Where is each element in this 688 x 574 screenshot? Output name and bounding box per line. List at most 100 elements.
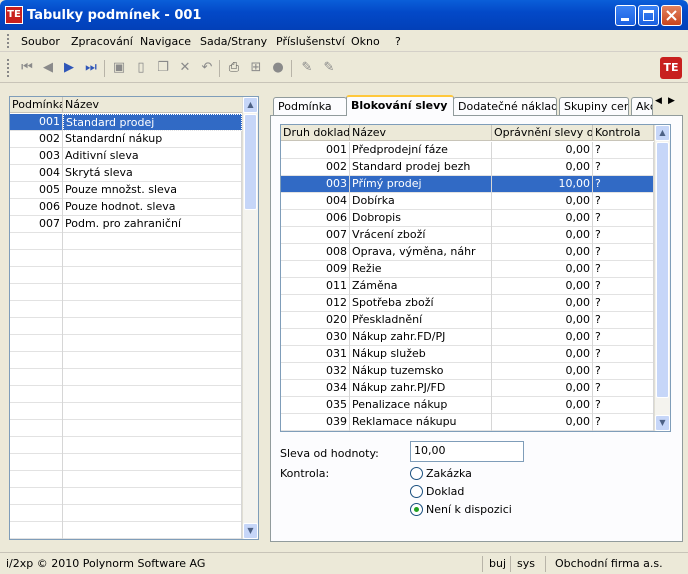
- table-row[interactable]: 001 Standard prodej: [10, 114, 242, 131]
- table-row[interactable]: [10, 284, 242, 301]
- scroll-thumb[interactable]: [244, 114, 257, 210]
- table-row[interactable]: 003 Aditivní sleva: [10, 148, 242, 165]
- table-row[interactable]: 005 Pouze množst. sleva: [10, 182, 242, 199]
- radio-doklad[interactable]: [410, 485, 423, 498]
- table-row[interactable]: [10, 522, 242, 539]
- radio-neni-k-dispozici[interactable]: [410, 503, 423, 516]
- table-row[interactable]: 012 Spotřeba zboží 0,00?: [281, 295, 654, 312]
- table-row[interactable]: 032 Nákup tuzemsko 0,00?: [281, 363, 654, 380]
- scroll-up-icon[interactable]: ▲: [655, 125, 670, 141]
- scroll-down-icon[interactable]: ▼: [655, 415, 670, 431]
- column-header-nazev[interactable]: Název: [63, 97, 243, 113]
- vertical-scrollbar[interactable]: ▲ ▼: [654, 125, 670, 431]
- table-row[interactable]: [10, 335, 242, 352]
- table-row[interactable]: 008 Oprava, výměna, náhr 0,00?: [281, 244, 654, 261]
- copy-icon[interactable]: ❐: [155, 60, 171, 76]
- last-icon[interactable]: ⏭: [83, 60, 99, 76]
- table-row[interactable]: [10, 233, 242, 250]
- column-header-opravneni[interactable]: Oprávnění slevy od: [492, 125, 593, 141]
- help-icon[interactable]: ●: [270, 60, 286, 76]
- discount-value: 0,00: [492, 193, 593, 210]
- document-types-table[interactable]: Druh dokladu Název Oprávnění slevy od Ko…: [280, 124, 671, 432]
- menu-prislusenstvi[interactable]: Příslušenství: [276, 35, 345, 48]
- undo-icon[interactable]: ↶: [199, 60, 215, 76]
- column-header-druh-dokladu[interactable]: Druh dokladu: [281, 125, 350, 141]
- tab-blokovani-slevy[interactable]: Blokování slevy: [346, 95, 454, 116]
- table-row[interactable]: 003 Přímý prodej 10,00?: [281, 176, 654, 193]
- print-icon[interactable]: ⎙: [226, 60, 242, 76]
- radio-zakazka-label[interactable]: Zakázka: [426, 467, 472, 480]
- scroll-thumb[interactable]: [656, 142, 669, 398]
- table-row[interactable]: [10, 250, 242, 267]
- table-row[interactable]: [10, 352, 242, 369]
- next-icon[interactable]: ▶: [61, 60, 77, 76]
- radio-doklad-label[interactable]: Doklad: [426, 485, 464, 498]
- tab-scroll-right-icon[interactable]: ▶: [668, 96, 675, 106]
- first-icon[interactable]: ⏮: [19, 60, 35, 76]
- table-row[interactable]: [10, 437, 242, 454]
- table-row[interactable]: 009 Režie 0,00?: [281, 261, 654, 278]
- column-header-podminka[interactable]: Podmínka: [10, 97, 63, 113]
- column-header-kontrola[interactable]: Kontrola: [593, 125, 654, 141]
- table-row[interactable]: 001 Předprodejní fáze 0,00?: [281, 142, 654, 159]
- edit-icon[interactable]: ✎: [299, 60, 315, 76]
- table-row[interactable]: 004 Dobírka 0,00?: [281, 193, 654, 210]
- menu-help[interactable]: ?: [395, 35, 401, 48]
- table-row[interactable]: 035 Penalizace nákup 0,00?: [281, 397, 654, 414]
- table-row[interactable]: [10, 488, 242, 505]
- vertical-scrollbar[interactable]: ▲ ▼: [242, 97, 258, 539]
- table-row[interactable]: [10, 454, 242, 471]
- table-row[interactable]: [10, 471, 242, 488]
- table-row[interactable]: [10, 318, 242, 335]
- tab-scroll-left-icon[interactable]: ◀: [655, 96, 662, 106]
- table-row[interactable]: 006 Pouze hodnot. sleva: [10, 199, 242, 216]
- table-row[interactable]: 004 Skrytá sleva: [10, 165, 242, 182]
- new-icon[interactable]: ▯: [133, 60, 149, 76]
- document-name: Reklamace nákupu: [350, 414, 492, 431]
- conditions-table[interactable]: Podmínka Název 001 Standard prodej 002 Stan…: [9, 96, 259, 540]
- prev-icon[interactable]: ◀: [40, 60, 56, 76]
- discount-input[interactable]: 10,00: [410, 441, 524, 462]
- minimize-button[interactable]: [615, 5, 636, 26]
- table-row[interactable]: 039 Reklamace nákupu 0,00?: [281, 414, 654, 431]
- table-row[interactable]: 031 Nákup služeb 0,00?: [281, 346, 654, 363]
- table-row[interactable]: [10, 267, 242, 284]
- table-row[interactable]: 007 Podm. pro zahraniční: [10, 216, 242, 233]
- table-row[interactable]: 030 Nákup zahr.FD/PJ 0,00?: [281, 329, 654, 346]
- tab-skupiny-cen[interactable]: Skupiny cen: [559, 97, 629, 116]
- tab-podminka[interactable]: Podmínka: [273, 97, 347, 116]
- table-row[interactable]: [10, 505, 242, 522]
- save-icon[interactable]: ▣: [111, 60, 127, 76]
- table-row[interactable]: [10, 369, 242, 386]
- table-row[interactable]: 020 Přeskladnění 0,00?: [281, 312, 654, 329]
- table-row[interactable]: 007 Vrácení zboží 0,00?: [281, 227, 654, 244]
- tab-akce[interactable]: Akc: [631, 97, 653, 116]
- table-row[interactable]: [10, 386, 242, 403]
- menu-zpracovani[interactable]: Zpracování: [71, 35, 133, 48]
- table-row[interactable]: 011 Záměna 0,00?: [281, 278, 654, 295]
- column-header-nazev[interactable]: Název: [350, 125, 492, 141]
- close-button[interactable]: [661, 5, 682, 26]
- scroll-up-icon[interactable]: ▲: [243, 97, 258, 113]
- tab-dodatecne-naklady[interactable]: Dodatečné náklady: [453, 97, 557, 116]
- table-row[interactable]: 002 Standardní nákup: [10, 131, 242, 148]
- tree-icon[interactable]: ⊞: [248, 60, 264, 76]
- table-row[interactable]: [10, 301, 242, 318]
- radio-neni-k-dispozici-label[interactable]: Není k dispozici: [426, 503, 512, 516]
- table-row[interactable]: 002 Standard prodej bezh 0,00?: [281, 159, 654, 176]
- table-row[interactable]: 006 Dobropis 0,00?: [281, 210, 654, 227]
- control-value: ?: [593, 159, 654, 176]
- menu-navigace[interactable]: Navigace: [140, 35, 191, 48]
- radio-zakazka[interactable]: [410, 467, 423, 480]
- maximize-button[interactable]: [638, 5, 659, 26]
- condition-name: Pouze hodnot. sleva: [63, 199, 242, 216]
- menu-sada-strany[interactable]: Sada/Strany: [200, 35, 267, 48]
- table-row[interactable]: [10, 403, 242, 420]
- delete-icon[interactable]: ✕: [177, 60, 193, 76]
- menu-soubor[interactable]: Soubor: [21, 35, 60, 48]
- edit2-icon[interactable]: ✎: [321, 60, 337, 76]
- scroll-down-icon[interactable]: ▼: [243, 523, 258, 539]
- table-row[interactable]: [10, 420, 242, 437]
- menu-okno[interactable]: Okno: [351, 35, 380, 48]
- table-row[interactable]: 034 Nákup zahr.PJ/FD 0,00?: [281, 380, 654, 397]
